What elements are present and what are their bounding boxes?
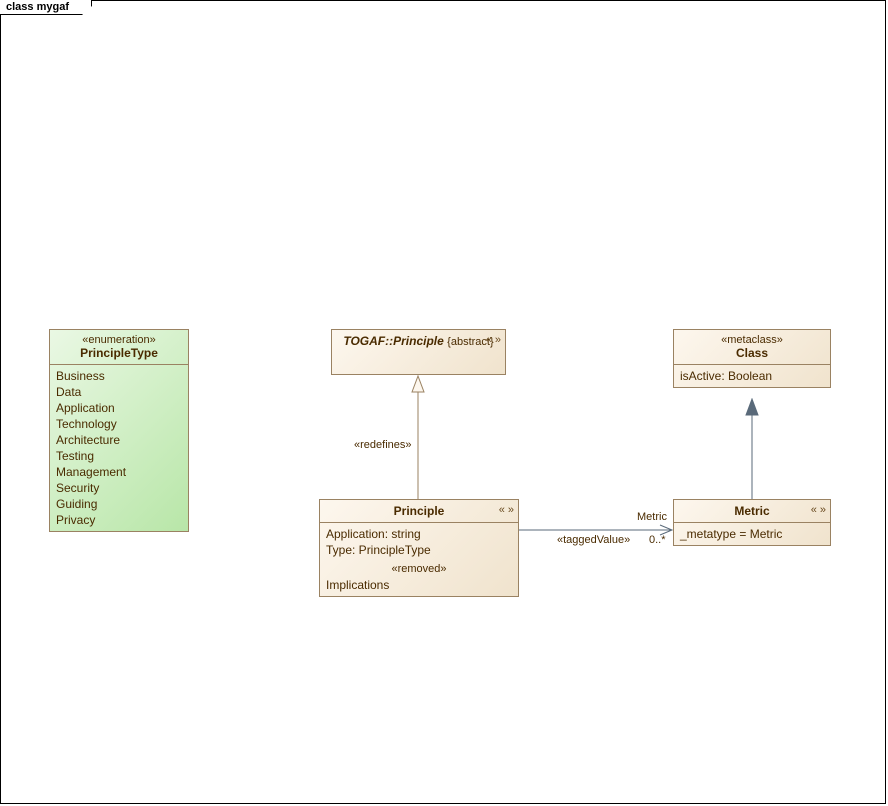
enum-literals: Business Data Application Technology Arc… xyxy=(50,365,188,531)
list-item: Security xyxy=(56,480,182,496)
class-principle: « » Principle Application: string Type: … xyxy=(319,499,519,597)
class-header: « » Metric xyxy=(674,500,830,523)
removed-stereo: «removed» xyxy=(326,561,512,577)
list-item: Data xyxy=(56,384,182,400)
class-title: Metric xyxy=(676,504,828,518)
enum-stereo: «enumeration» xyxy=(52,334,186,346)
stereotype-icon: « » xyxy=(486,334,501,346)
class-header: « » TOGAF::Principle {abstract} xyxy=(332,330,505,352)
attribute: isActive: Boolean xyxy=(680,368,824,384)
diagram-frame: class mygaf «enumeration» PrincipleType … xyxy=(0,0,886,804)
class-togaf-principle: « » TOGAF::Principle {abstract} xyxy=(331,329,506,375)
list-item: Testing xyxy=(56,448,182,464)
class-title: Principle xyxy=(322,504,516,518)
list-item: Technology xyxy=(56,416,182,432)
class-header: « » Principle xyxy=(320,500,518,523)
class-title: TOGAF::Principle xyxy=(343,334,443,348)
stereotype-icon: « » xyxy=(499,504,514,516)
class-metric: « » Metric _metatype = Metric xyxy=(673,499,831,546)
class-body: _metatype = Metric xyxy=(674,523,830,545)
metaclass-stereo: «metaclass» xyxy=(676,334,828,346)
class-metaclass-class: «metaclass» Class isActive: Boolean xyxy=(673,329,831,388)
list-item: Application xyxy=(56,400,182,416)
attribute: _metatype = Metric xyxy=(680,526,824,542)
enum-header: «enumeration» PrincipleType xyxy=(50,330,188,365)
list-item: Management xyxy=(56,464,182,480)
class-header: «metaclass» Class xyxy=(674,330,830,365)
assoc-end-mult: 0..* xyxy=(649,534,666,546)
removed-attribute: Implications xyxy=(326,577,512,593)
class-body: isActive: Boolean xyxy=(674,365,830,387)
attribute: Type: PrincipleType xyxy=(326,542,512,558)
attribute: Application: string xyxy=(326,526,512,542)
class-title: Class xyxy=(676,346,828,360)
redefines-label: «redefines» xyxy=(354,439,412,451)
list-item: Guiding xyxy=(56,496,182,512)
frame-title: class mygaf xyxy=(0,0,92,15)
taggedvalue-label: «taggedValue» xyxy=(557,534,630,546)
list-item: Privacy xyxy=(56,512,182,528)
list-item: Architecture xyxy=(56,432,182,448)
list-item: Business xyxy=(56,368,182,384)
class-body: Application: string Type: PrincipleType … xyxy=(320,523,518,596)
assoc-end-role: Metric xyxy=(637,511,667,523)
enum-principletype: «enumeration» PrincipleType Business Dat… xyxy=(49,329,189,532)
enum-title: PrincipleType xyxy=(52,346,186,360)
stereotype-icon: « » xyxy=(811,504,826,516)
